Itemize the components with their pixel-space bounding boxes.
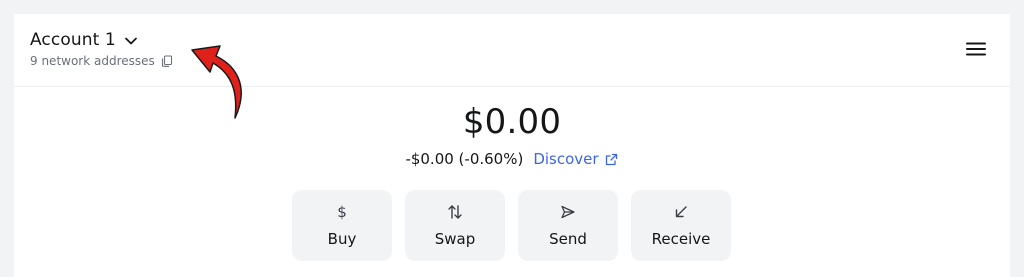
total-balance: $0.00 bbox=[462, 102, 562, 142]
account-header: Account 1 9 network addresses bbox=[14, 14, 1010, 86]
discover-label: Discover bbox=[533, 150, 599, 168]
copy-icon[interactable] bbox=[161, 55, 173, 67]
header-divider bbox=[14, 86, 1010, 87]
network-addresses-label: 9 network addresses bbox=[30, 54, 155, 68]
discover-link[interactable]: Discover bbox=[533, 150, 618, 168]
buy-button[interactable]: $ Buy bbox=[292, 190, 392, 261]
account-name: Account 1 bbox=[30, 30, 116, 50]
svg-text:$: $ bbox=[337, 203, 347, 221]
action-buttons: $ Buy Swap Send Receive bbox=[292, 190, 731, 261]
dollar-icon: $ bbox=[333, 203, 351, 221]
receive-button[interactable]: Receive bbox=[631, 190, 731, 261]
swap-arrows-icon bbox=[446, 203, 464, 221]
buy-label: Buy bbox=[327, 230, 357, 248]
send-arrow-icon bbox=[559, 203, 577, 221]
network-addresses: 9 network addresses bbox=[30, 54, 173, 68]
send-label: Send bbox=[549, 230, 587, 248]
swap-button[interactable]: Swap bbox=[405, 190, 505, 261]
account-selector[interactable]: Account 1 bbox=[30, 27, 138, 53]
wallet-panel: Account 1 9 network addresses $0.00 -$0.… bbox=[14, 14, 1010, 277]
receive-label: Receive bbox=[651, 230, 711, 248]
hamburger-menu-icon[interactable] bbox=[964, 39, 988, 59]
balance-change-row: -$0.00 (-0.60%) Discover bbox=[14, 150, 1010, 168]
external-link-icon bbox=[605, 152, 619, 166]
chevron-down-icon bbox=[124, 34, 138, 48]
balance-change: -$0.00 (-0.60%) bbox=[405, 150, 524, 168]
receive-arrow-icon bbox=[672, 203, 690, 221]
swap-label: Swap bbox=[434, 230, 476, 248]
send-button[interactable]: Send bbox=[518, 190, 618, 261]
